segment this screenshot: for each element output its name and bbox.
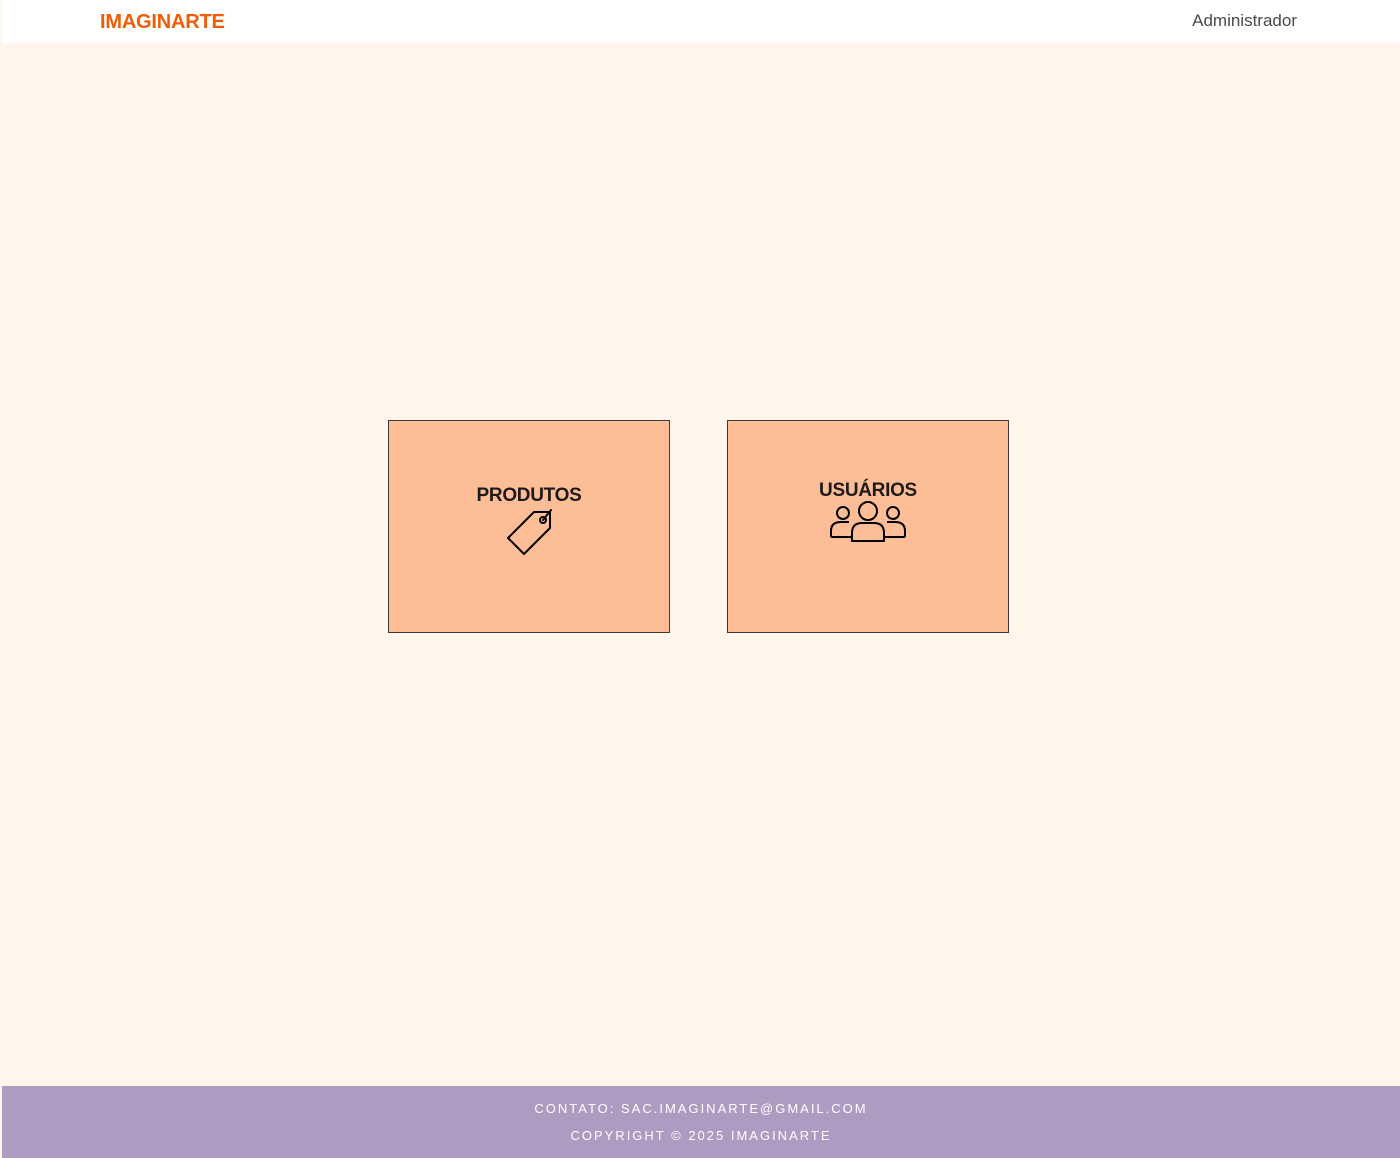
users-group-icon (830, 501, 906, 542)
top-header: IMAGINARTE Administrador (2, 0, 1400, 43)
footer-contact: CONTATO: SAC.IMAGINARTE@GMAIL.COM (534, 1101, 868, 1116)
price-tag-icon (507, 509, 552, 555)
page-footer: CONTATO: SAC.IMAGINARTE@GMAIL.COM COPYRI… (2, 1086, 1400, 1158)
footer-copyright: COPYRIGHT © 2025 IMAGINARTE (570, 1128, 832, 1143)
admin-user-menu[interactable]: Administrador (1192, 11, 1297, 31)
users-card[interactable]: USUÁRIOS (727, 420, 1009, 633)
page: IMAGINARTE Administrador PRODUTOS USUÁRI… (0, 0, 1400, 1158)
main-content: PRODUTOS USUÁRIOS (0, 43, 1400, 1086)
brand-logo[interactable]: IMAGINARTE (100, 11, 225, 34)
users-card-label: USUÁRIOS (819, 480, 917, 501)
products-card[interactable]: PRODUTOS (388, 420, 670, 633)
products-card-label: PRODUTOS (476, 485, 582, 506)
